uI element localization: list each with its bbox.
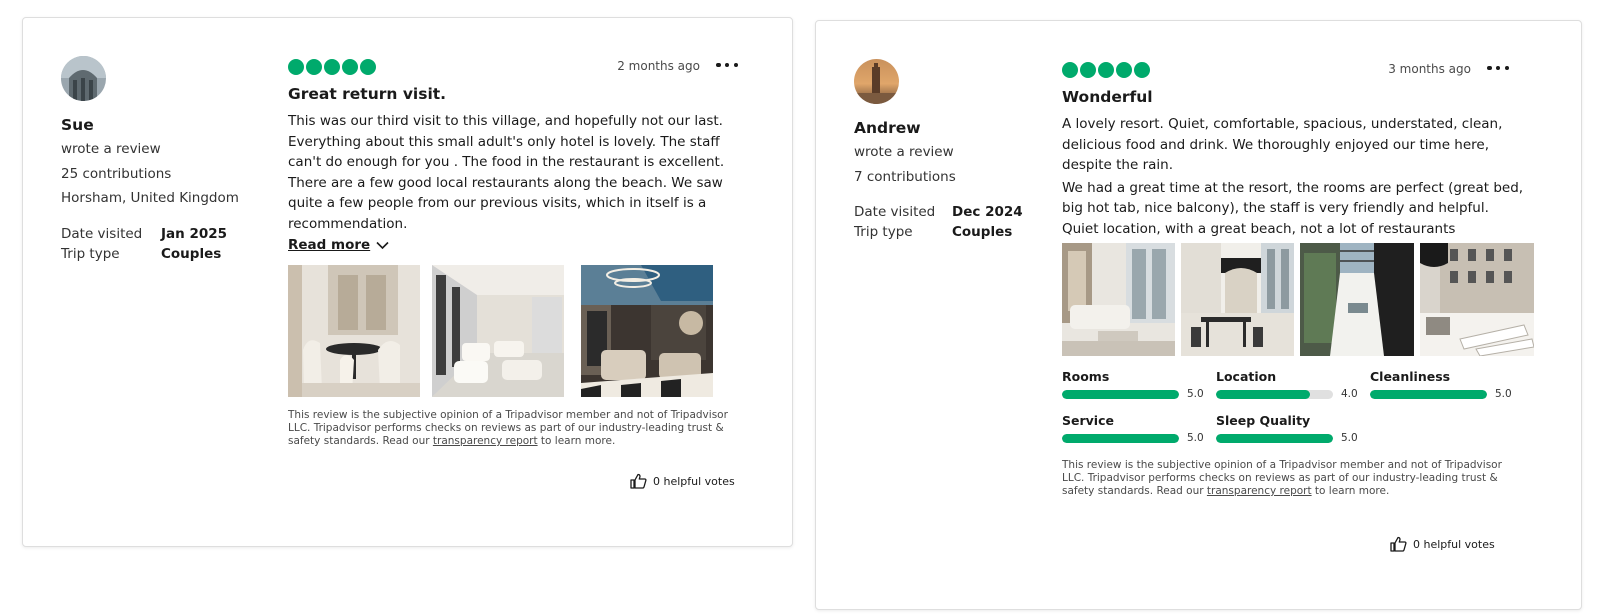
subratings: Rooms 5.0 Location 4.0 Cleanliness 5.0 S…	[1062, 369, 1537, 444]
date-visited-value: Dec 2024	[952, 203, 1023, 220]
review-photo[interactable]	[1420, 243, 1534, 356]
review-photo[interactable]	[1300, 243, 1414, 356]
review-paragraph: This was our third visit to this village…	[288, 113, 725, 232]
reviewer-info: Andrew wrote a review 7 contributions Da…	[854, 59, 1074, 242]
subrating-cleanliness: Cleanliness 5.0	[1370, 369, 1524, 400]
subrating-bar	[1062, 389, 1179, 399]
disclaimer-text-end: to learn more.	[537, 435, 616, 447]
rating-bubbles	[1062, 62, 1150, 78]
review-photos	[288, 265, 746, 397]
date-visited-label: Date visited	[854, 203, 936, 220]
rating-bubble	[360, 59, 376, 75]
rating-bubble	[324, 59, 340, 75]
subrating-bar	[1216, 389, 1310, 399]
review-title[interactable]: Great return visit.	[288, 84, 746, 104]
transparency-report-link[interactable]: transparency report	[433, 435, 538, 447]
reviewer-info: Sue wrote a review 25 contributions Hors…	[61, 56, 281, 264]
helpful-votes[interactable]: 0 helpful votes	[630, 473, 735, 489]
reviewer-action: wrote a review	[854, 144, 954, 160]
review-disclaimer: This review is the subjective opinion of…	[1062, 459, 1517, 498]
rating-bubble	[1062, 62, 1078, 78]
rating-bubble	[1116, 62, 1132, 78]
thumbs-up-icon	[1390, 536, 1407, 552]
review-paragraph: A lovely resort. Quiet, comfortable, spa…	[1062, 116, 1503, 173]
transparency-report-link[interactable]: transparency report	[1207, 485, 1312, 497]
review-body: A lovely resort. Quiet, comfortable, spa…	[1062, 114, 1527, 239]
helpful-votes[interactable]: 0 helpful votes	[1390, 536, 1495, 552]
subrating-value: 5.0	[1495, 388, 1512, 400]
date-visited-value: Jan 2025	[161, 226, 228, 242]
subrating-label: Location	[1216, 369, 1277, 384]
review-body: This was our third visit to this village…	[288, 111, 733, 234]
date-visited-label: Date visited	[61, 226, 143, 242]
reviewer-name[interactable]: Andrew	[854, 119, 1074, 137]
subrating-location: Location 4.0	[1216, 369, 1370, 400]
rating-bubble	[1134, 62, 1150, 78]
rating-bubble	[1098, 62, 1114, 78]
review-card: Sue wrote a review 25 contributions Hors…	[22, 17, 793, 547]
review-photo[interactable]	[432, 265, 564, 397]
rating-bubble	[306, 59, 322, 75]
subrating-value: 5.0	[1187, 432, 1204, 444]
subrating-label: Rooms	[1062, 369, 1110, 384]
review-content: 3 months ago Wonderful A lovely resort. …	[1062, 59, 1537, 498]
reviewer-name[interactable]: Sue	[61, 116, 281, 134]
helpful-votes-label: 0 helpful votes	[653, 474, 735, 488]
review-title[interactable]: Wonderful	[1062, 87, 1537, 107]
reviewer-contributions: 25 contributions	[61, 165, 172, 182]
reviewer-contributions: 7 contributions	[854, 168, 956, 185]
trip-meta: Date visited Dec 2024 Trip type Couples	[854, 202, 1074, 242]
review-date: 2 months ago	[617, 59, 700, 73]
trip-type-label: Trip type	[61, 246, 120, 262]
subrating-value: 5.0	[1187, 388, 1204, 400]
trip-type-label: Trip type	[854, 223, 913, 240]
review-paragraph: We had a great time at the resort, the r…	[1062, 179, 1524, 237]
trip-type-value: Couples	[952, 223, 1013, 240]
subrating-bar	[1370, 389, 1487, 399]
more-options-icon[interactable]	[1487, 60, 1509, 76]
rating-bubble	[288, 59, 304, 75]
subrating-bar	[1216, 433, 1333, 443]
rating-bubble	[342, 59, 358, 75]
subrating-sleep-quality: Sleep Quality 5.0	[1216, 413, 1370, 444]
subrating-value: 5.0	[1341, 432, 1358, 444]
subrating-label: Sleep Quality	[1216, 413, 1311, 428]
review-date: 3 months ago	[1388, 62, 1471, 76]
subrating-rooms: Rooms 5.0	[1062, 369, 1216, 400]
trip-meta: Date visited Jan 2025 Trip type Couples	[61, 224, 281, 264]
subrating-label: Service	[1062, 413, 1114, 428]
review-card: Andrew wrote a review 7 contributions Da…	[815, 20, 1582, 610]
thumbs-up-icon	[630, 473, 647, 489]
subrating-value: 4.0	[1341, 388, 1358, 400]
read-more-button[interactable]: Read more	[288, 235, 389, 255]
rating-bubble	[1080, 62, 1096, 78]
reviewer-location: Horsham, United Kingdom	[61, 190, 239, 206]
avatar[interactable]	[854, 59, 899, 104]
review-content: 2 months ago Great return visit. This wa…	[288, 56, 746, 448]
disclaimer-text-end: to learn more.	[1311, 485, 1390, 497]
avatar[interactable]	[61, 56, 106, 101]
subrating-service: Service 5.0	[1062, 413, 1216, 444]
review-disclaimer: This review is the subjective opinion of…	[288, 409, 748, 448]
review-photo[interactable]	[581, 265, 713, 397]
subrating-label: Cleanliness	[1370, 369, 1451, 384]
helpful-votes-label: 0 helpful votes	[1413, 537, 1495, 551]
review-photo[interactable]	[1181, 243, 1294, 356]
chevron-down-icon	[376, 241, 389, 249]
review-photo[interactable]	[288, 265, 420, 397]
rating-bubbles	[288, 59, 376, 75]
reviewer-action: wrote a review	[61, 141, 161, 157]
subrating-bar	[1062, 433, 1179, 443]
review-photo[interactable]	[1062, 243, 1175, 356]
trip-type-value: Couples	[161, 246, 222, 262]
more-options-icon[interactable]	[716, 57, 738, 73]
review-photos	[1062, 243, 1537, 356]
read-more-label: Read more	[288, 237, 371, 253]
